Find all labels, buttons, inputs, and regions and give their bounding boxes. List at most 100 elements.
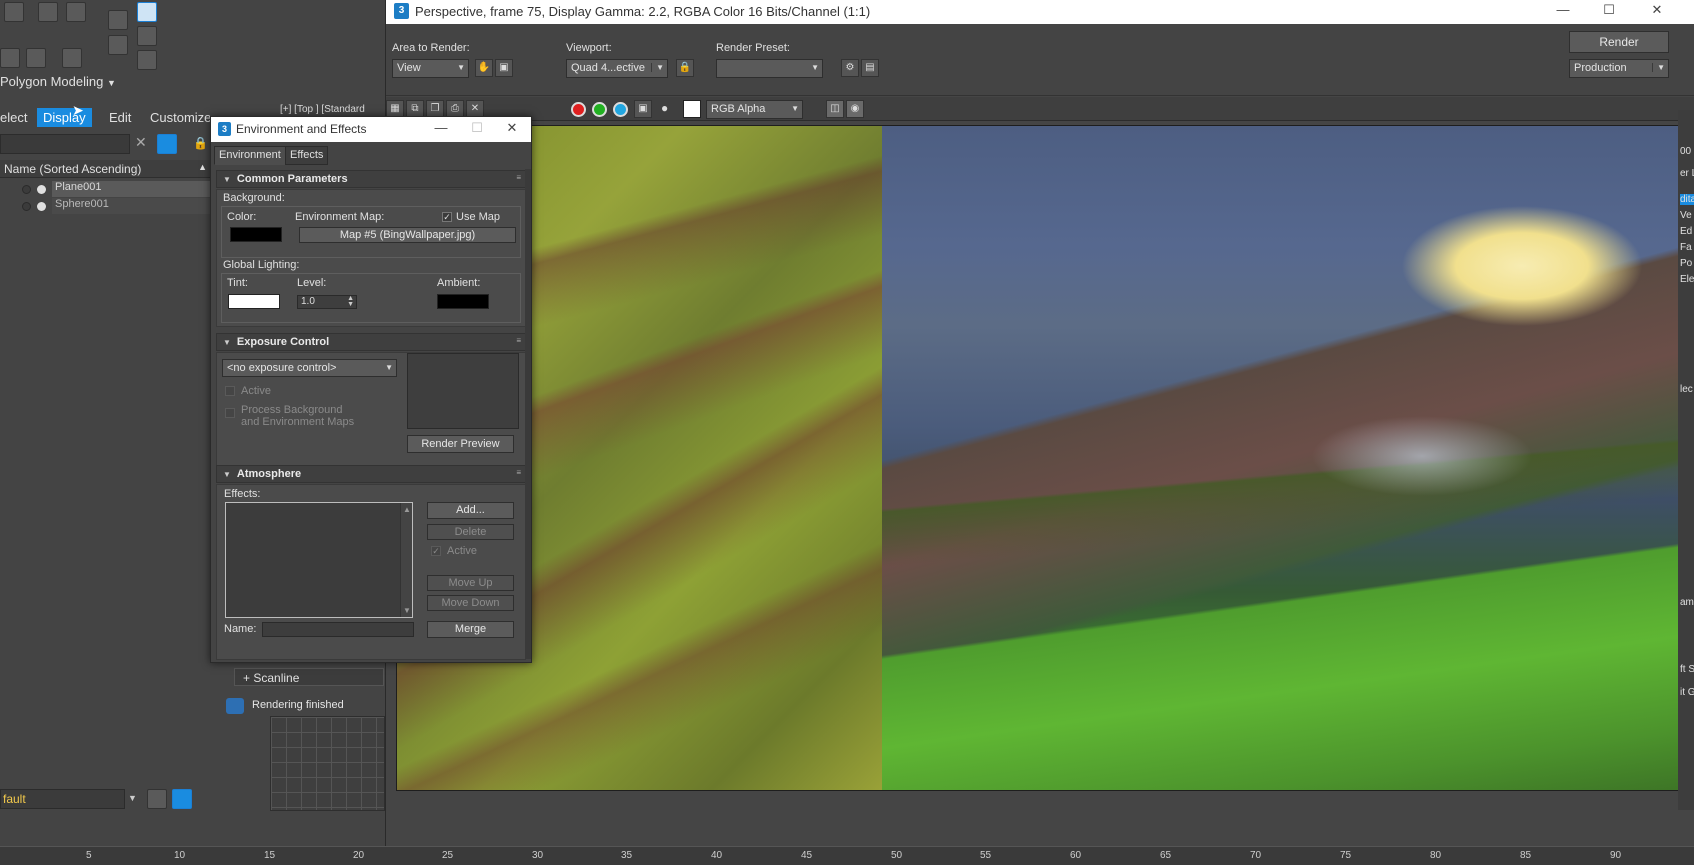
spinner-arrows-icon[interactable]: ▲ ▼ (347, 295, 354, 308)
merge-button[interactable]: Merge (427, 621, 514, 638)
dialog-scrollbar[interactable] (525, 169, 531, 659)
production-dropdown[interactable]: Production ▼ (1569, 59, 1669, 78)
rendered-image[interactable] (396, 125, 1681, 791)
move-down-button[interactable]: Move Down (427, 595, 514, 611)
layer-explorer-icon[interactable] (172, 789, 192, 809)
tab-environment[interactable]: Environment (214, 146, 286, 165)
hierarchy-icon[interactable] (137, 50, 157, 70)
viewport-dropdown[interactable]: Quad 4...ective ▼ (566, 59, 668, 78)
red-channel-icon[interactable] (571, 102, 586, 117)
render-preset-dropdown[interactable]: ▼ (716, 59, 823, 78)
menu-customize[interactable]: Customize (150, 110, 211, 125)
cube-primitive-icon[interactable] (66, 2, 86, 22)
minimize-icon[interactable]: — (431, 120, 451, 135)
angle-snap-icon[interactable] (26, 48, 46, 68)
viewport-label[interactable]: [+] [Top ] [Standard (280, 104, 365, 115)
menu-edit[interactable]: Edit (109, 110, 131, 125)
chevron-down-icon: ▼ (457, 63, 465, 72)
environment-map-button[interactable]: Map #5 (BingWallpaper.jpg) (299, 227, 516, 243)
rollout-common-parameters[interactable]: ▼ Common Parameters ≡ (216, 170, 526, 188)
process-background-label-2: and Environment Maps (241, 416, 355, 428)
lock-icon[interactable]: 🔒 (193, 136, 208, 150)
timeline-ruler[interactable]: 5 10 15 20 25 30 35 40 45 50 55 60 65 70… (0, 846, 1694, 865)
filter-icon[interactable] (157, 134, 177, 154)
environment-effects-icon[interactable]: ▤ (861, 59, 879, 77)
tab-effects[interactable]: Effects (285, 146, 329, 165)
background-label: Background: (223, 192, 285, 204)
ambient-color-swatch[interactable] (437, 294, 489, 309)
render-dot-icon[interactable] (37, 202, 46, 211)
swatch-icon[interactable] (683, 100, 701, 118)
common-parameters-body: Background: Color: Environment Map: ✓ Us… (216, 189, 526, 327)
delete-effect-button[interactable]: Delete (427, 524, 514, 540)
chevron-down-icon: ▼ (791, 104, 799, 113)
channel-display-dropdown[interactable]: RGB Alpha ▼ (706, 100, 803, 119)
track-icon[interactable]: ◉ (846, 100, 864, 118)
exposure-active-checkbox[interactable] (225, 386, 235, 396)
effects-listbox[interactable]: ▲ ▼ (225, 502, 413, 618)
scene-search-input[interactable] (0, 134, 130, 154)
render-button[interactable]: Render (1569, 31, 1669, 53)
render-preset-label: Render Preset: (716, 42, 790, 54)
rollout-atmosphere[interactable]: ▼ Atmosphere ≡ (216, 465, 526, 483)
effects-scrollbar[interactable]: ▲ ▼ (400, 503, 412, 617)
use-map-checkbox[interactable]: ✓ (442, 212, 452, 222)
scene-item-sphere001[interactable]: Sphere001 (52, 198, 214, 214)
render-setup-icon[interactable]: ⚙ (841, 59, 859, 77)
box-primitive-icon[interactable] (38, 2, 58, 22)
lock-viewport-icon[interactable]: 🔒 (676, 59, 694, 77)
level-spinner[interactable]: 1.0 ▲ ▼ (297, 295, 357, 309)
display-toggle-icon[interactable]: ◫ (826, 100, 844, 118)
render-dot-icon[interactable] (37, 185, 46, 194)
pan-hand-icon[interactable]: ✋ (475, 59, 493, 77)
snap-icon[interactable] (0, 48, 20, 68)
area-to-render-dropdown[interactable]: View ▼ (392, 59, 469, 78)
mini-viewport-grid[interactable] (270, 716, 385, 811)
scanline-rollout[interactable]: + Scanline (234, 668, 384, 686)
rollout-exposure-control[interactable]: ▼ Exposure Control ≡ (216, 333, 526, 351)
dialog-titlebar[interactable]: 3 Environment and Effects — ☐ ✕ (211, 117, 531, 142)
green-channel-icon[interactable] (592, 102, 607, 117)
maximize-icon[interactable]: ☐ (1599, 2, 1619, 18)
render-window-titlebar[interactable]: 3 Perspective, frame 75, Display Gamma: … (386, 0, 1694, 24)
effect-name-input[interactable] (262, 622, 414, 637)
scroll-down-icon[interactable]: ▼ (403, 606, 411, 615)
scroll-up-icon[interactable]: ▲ (403, 505, 411, 514)
active-tool-icon[interactable] (137, 2, 157, 22)
alpha-channel-icon[interactable]: ▣ (634, 100, 652, 118)
minimize-icon[interactable]: — (1553, 2, 1573, 17)
effect-active-checkbox[interactable]: ✓ (431, 546, 441, 556)
exposure-control-dropdown[interactable]: <no exposure control> ▼ (222, 359, 397, 377)
monochrome-icon[interactable]: ● (661, 101, 668, 115)
visibility-dot-icon[interactable] (22, 202, 31, 211)
menu-select[interactable]: elect (0, 110, 27, 125)
move-up-button[interactable]: Move Up (427, 575, 514, 591)
chevron-down-icon[interactable]: ▼ (128, 793, 137, 803)
auto-region-icon[interactable]: ▣ (495, 59, 513, 77)
scene-explorer-header[interactable]: Name (Sorted Ascending) ▲ (0, 160, 215, 178)
blue-channel-icon[interactable] (613, 102, 628, 117)
lasso-select-icon[interactable] (4, 2, 24, 22)
close-icon[interactable]: ✕ (502, 120, 522, 136)
visibility-dot-icon[interactable] (22, 185, 31, 194)
render-preview-button[interactable]: Render Preview (407, 435, 514, 453)
use-map-label: Use Map (456, 211, 501, 223)
background-color-swatch[interactable] (230, 227, 282, 242)
layer-dropdown[interactable]: fault (0, 789, 125, 809)
app-logo-icon: 3 (394, 3, 409, 19)
align-tool-icon[interactable] (137, 26, 157, 46)
scale-tool-icon[interactable] (108, 35, 128, 55)
maximize-icon[interactable]: ☐ (467, 120, 487, 136)
clear-search-icon[interactable]: ✕ (135, 134, 147, 151)
select-tool-icon[interactable] (108, 10, 128, 30)
scene-item-plane001[interactable]: Plane001 (52, 181, 214, 197)
collapse-triangle-icon: ▼ (223, 338, 231, 347)
process-background-checkbox[interactable] (225, 408, 235, 418)
tint-color-swatch[interactable] (228, 294, 280, 309)
ribbon-polygon-modeling[interactable]: Polygon Modeling ▼ (0, 74, 116, 89)
percent-snap-icon[interactable] (62, 48, 82, 68)
add-effect-button[interactable]: Add... (427, 502, 514, 519)
close-icon[interactable]: ✕ (1647, 2, 1667, 18)
layers-icon[interactable] (147, 789, 167, 809)
exposure-control-body: <no exposure control> ▼ Active Process Ba… (216, 352, 526, 469)
